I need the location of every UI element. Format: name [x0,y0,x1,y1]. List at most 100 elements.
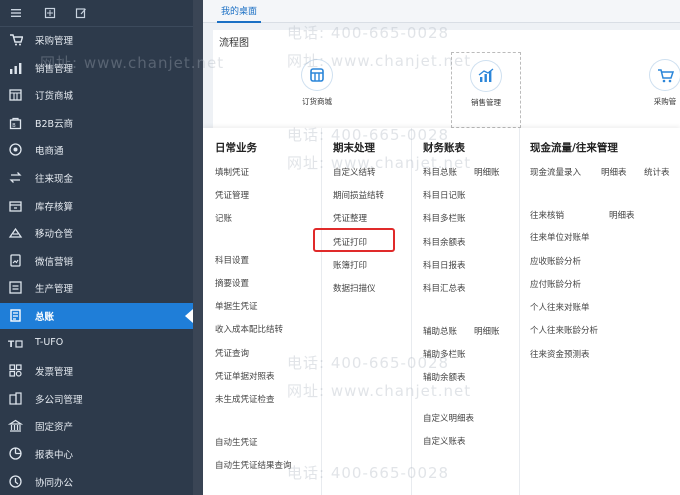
sidebar-item-label: 协同办公 [35,477,74,489]
sidebar-item-2[interactable]: 销售管理 [0,55,193,81]
tufo-icon: T [8,340,23,350]
b2b-bag-icon: B [9,117,22,129]
column-divider [321,128,322,495]
menu-item-daily[interactable]: 记账 [215,212,232,224]
menu-item-daily[interactable]: 单据生凭证 [215,300,258,312]
svg-text:T: T [8,340,15,350]
inventory-icon [9,200,22,212]
sidebar-item-13[interactable]: 发票管理 [0,358,193,384]
menu-item-cashflow[interactable]: 应收账龄分析 [530,255,581,267]
menu-item-daily[interactable]: 摘要设置 [215,277,249,289]
svg-text:B: B [12,123,16,129]
exchange-icon [9,172,22,183]
sidebar-item-10[interactable]: 生产管理 [0,275,193,301]
sidebar-item-12[interactable]: T T-UFO [0,331,193,357]
flow-node-purchase[interactable]: 采购管 [645,60,680,107]
column-title-cashflow: 现金流量/往来管理 [530,142,618,154]
sidebar-item-label: T-UFO [35,336,64,348]
tab-bar: 我的桌面 [203,0,680,23]
menu-item-daily[interactable]: 凭证管理 [215,189,249,201]
sidebar-item-1[interactable]: 采购管理 [0,27,193,53]
menu-item-books[interactable]: 科目汇总表 [423,282,466,294]
wechat-icon [10,254,21,267]
menu-item-books[interactable]: 明细账 [474,166,500,178]
tab-my-desktop[interactable]: 我的桌面 [217,4,262,23]
menu-item-books[interactable]: 科目多栏账 [423,212,466,224]
menu-item-cashflow[interactable]: 往来核销 [530,209,564,221]
menu-item-books[interactable]: 自定义明细表 [423,412,474,424]
menu-item-books[interactable]: 辅助余额表 [423,371,466,383]
sidebar-item-label: 往来现金 [35,174,74,185]
general-ledger-menu-panel: 日常业务 期末处理 财务账表 现金流量/往来管理 填制凭证 凭证管理 记账 科目设置摘… [203,128,680,495]
main-area: 我的桌面 流程图 订货商城 销售管理 采购管 日常业务 期末处理 财务账表 现金… [203,0,680,495]
invoice-icon [9,364,22,377]
edit-icon[interactable] [75,7,87,19]
mobile-warehouse-icon [8,228,23,238]
menu-item-daily[interactable]: 收入成本配比结转 [215,323,283,335]
sidebar-item-7[interactable]: 库存核算 [0,193,193,219]
menu-item-period-end[interactable]: 凭证整理 [333,212,367,224]
sidebar-item-label: 生产管理 [35,284,74,296]
menu-item-books[interactable]: 辅助多栏账 [423,348,466,360]
sidebar-item-label: 微信营销 [35,256,74,268]
flow-node-label: 订货商城 [302,97,332,106]
sidebar-toolbar [0,0,193,27]
menu-item-cashflow[interactable]: 统计表 [644,166,670,178]
sidebar-item-4[interactable]: B B2B云商 [0,110,193,136]
sidebar-item-label: 订货商城 [35,91,74,103]
menu-item-cashflow[interactable]: 明细表 [609,209,635,221]
column-title-period-end: 期末处理 [333,142,375,154]
menu-item-books[interactable]: 明细账 [474,325,500,337]
flow-node-order-mall[interactable]: 订货商城 [291,60,343,107]
menu-item-daily[interactable]: 自动生凭证结果查询 [215,459,292,471]
report-icon [9,447,22,460]
menu-item-cashflow[interactable]: 往来资金预测表 [530,348,590,360]
menu-item-cashflow[interactable]: 应付账龄分析 [530,278,581,290]
menu-item-period-end[interactable]: 期间损益结转 [333,189,384,201]
sidebar-item-label: 销售管理 [35,63,74,75]
sidebar-item-9[interactable]: 微信营销 [0,248,193,274]
menu-item-daily[interactable]: 科目设置 [215,254,249,266]
flow-node-label: 采购管 [653,97,677,106]
sidebar-item-8[interactable]: 移动仓管 [0,220,193,246]
menu-item-daily[interactable]: 未生成凭证检查 [215,393,275,405]
ecommerce-icon [9,143,22,157]
menu-item-daily[interactable]: 填制凭证 [215,166,249,178]
sidebar-item-17[interactable]: 协同办公 [0,469,193,495]
menu-item-books[interactable]: 科目日记账 [423,189,466,201]
menu-icon[interactable] [10,7,22,19]
menu-item-books[interactable]: 自定义账表 [423,435,466,447]
cart-icon [650,60,680,90]
menu-item-books[interactable]: 科目余额表 [423,236,466,248]
menu-item-books[interactable]: 科目总账 [423,166,457,178]
menu-item-cashflow[interactable]: 明细表 [601,166,627,178]
menu-item-daily[interactable]: 自动生凭证 [215,436,258,448]
menu-item-period-end[interactable]: 数据扫描仪 [333,282,376,294]
sidebar-scrollbar[interactable] [193,0,203,495]
flow-node-sales[interactable]: 销售管理 [451,52,521,128]
sidebar-item-label: 多公司管理 [35,394,83,406]
menu-item-daily[interactable]: 凭证单据对照表 [215,370,275,382]
sidebar-item-3[interactable]: 订货商城 [0,82,193,108]
menu-item-period-end[interactable]: 自定义结转 [333,166,376,178]
window-icon[interactable] [44,7,56,19]
multi-company-icon [9,392,22,405]
sidebar-item-5[interactable]: 电商通 [0,137,193,163]
menu-item-cashflow[interactable]: 个人往来对账单 [530,301,590,313]
menu-item-cashflow[interactable]: 往来单位对账单 [530,231,590,243]
sidebar-item-15[interactable]: 固定资产 [0,413,193,439]
sidebar-item-11[interactable]: 总账 [0,303,193,329]
menu-item-daily[interactable]: 凭证查询 [215,347,249,359]
menu-item-books[interactable]: 科目日报表 [423,259,466,271]
sidebar-item-14[interactable]: 多公司管理 [0,386,193,412]
menu-item-cashflow[interactable]: 现金流量录入 [530,166,581,178]
flow-chart-panel: 流程图 订货商城 销售管理 采购管 [213,30,680,130]
purchase-icon [10,34,23,46]
column-title-daily: 日常业务 [215,142,257,154]
sidebar-item-6[interactable]: 往来现金 [0,165,193,191]
menu-item-books[interactable]: 辅助总账 [423,325,457,337]
menu-item-period-end[interactable]: 凭证打印 [333,236,367,248]
sidebar-item-16[interactable]: 报表中心 [0,441,193,467]
menu-item-period-end[interactable]: 账簿打印 [333,259,367,271]
menu-item-cashflow[interactable]: 个人往来账龄分析 [530,324,598,336]
